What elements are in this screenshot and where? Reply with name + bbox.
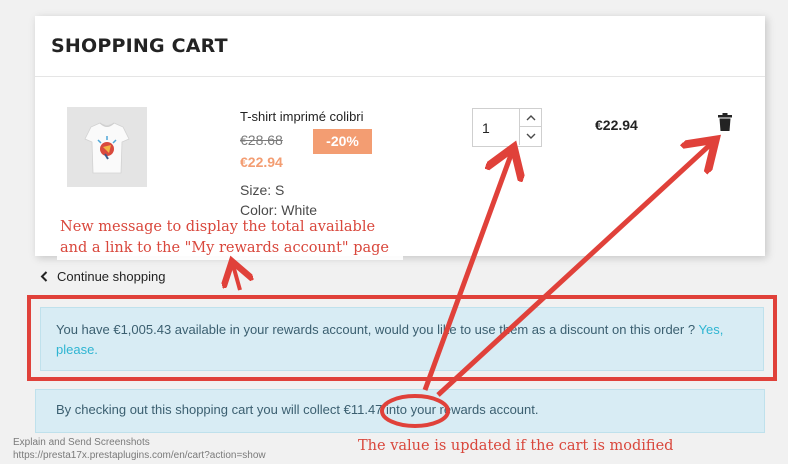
quantity-increase-button[interactable]: [519, 109, 541, 127]
product-size: Size: S: [240, 182, 285, 198]
rewards-available-message: You have €1,005.43 available in your rew…: [40, 307, 764, 371]
trash-icon: [718, 113, 732, 131]
watermark: Explain and Send Screenshots https://pre…: [13, 436, 266, 462]
cart-header: SHOPPING CART: [35, 16, 765, 77]
annotation-value-updated: The value is updated if the cart is modi…: [358, 438, 674, 454]
watermark-url: https://presta17x.prestaplugins.com/en/c…: [13, 450, 266, 461]
chevron-left-icon: [40, 271, 48, 282]
chevron-up-icon: [526, 115, 535, 121]
page-title: SHOPPING CART: [51, 35, 228, 57]
quantity-input[interactable]: [473, 109, 519, 146]
arrow-to-annotation: [233, 265, 240, 291]
continue-shopping-link[interactable]: Continue shopping: [40, 269, 165, 284]
continue-shopping-label: Continue shopping: [57, 269, 166, 284]
remove-item-button[interactable]: [718, 113, 736, 135]
tshirt-icon: [67, 107, 147, 187]
product-image[interactable]: [67, 107, 147, 187]
rewards-earn-message: By checking out this shopping cart you w…: [35, 389, 765, 433]
product-name[interactable]: T-shirt imprimé colibri: [240, 109, 364, 124]
rewards-earn-amount: €11.47: [343, 402, 383, 417]
quantity-stepper: [472, 108, 542, 147]
regular-price: €28.68: [240, 132, 283, 148]
discounted-price: €22.94: [240, 154, 283, 170]
rewards-earn-suffix: into your rewards account.: [386, 402, 539, 417]
rewards-available-text: You have €1,005.43 available in your rew…: [56, 322, 696, 337]
line-total-price: €22.94: [595, 117, 638, 133]
discount-badge: -20%: [313, 129, 372, 154]
rewards-earn-prefix: By checking out this shopping cart you w…: [56, 402, 340, 417]
watermark-title: Explain and Send Screenshots: [13, 437, 150, 448]
chevron-down-icon: [526, 133, 535, 139]
annotation-new-message: New message to display the total availab…: [57, 216, 403, 260]
quantity-decrease-button[interactable]: [519, 127, 541, 145]
